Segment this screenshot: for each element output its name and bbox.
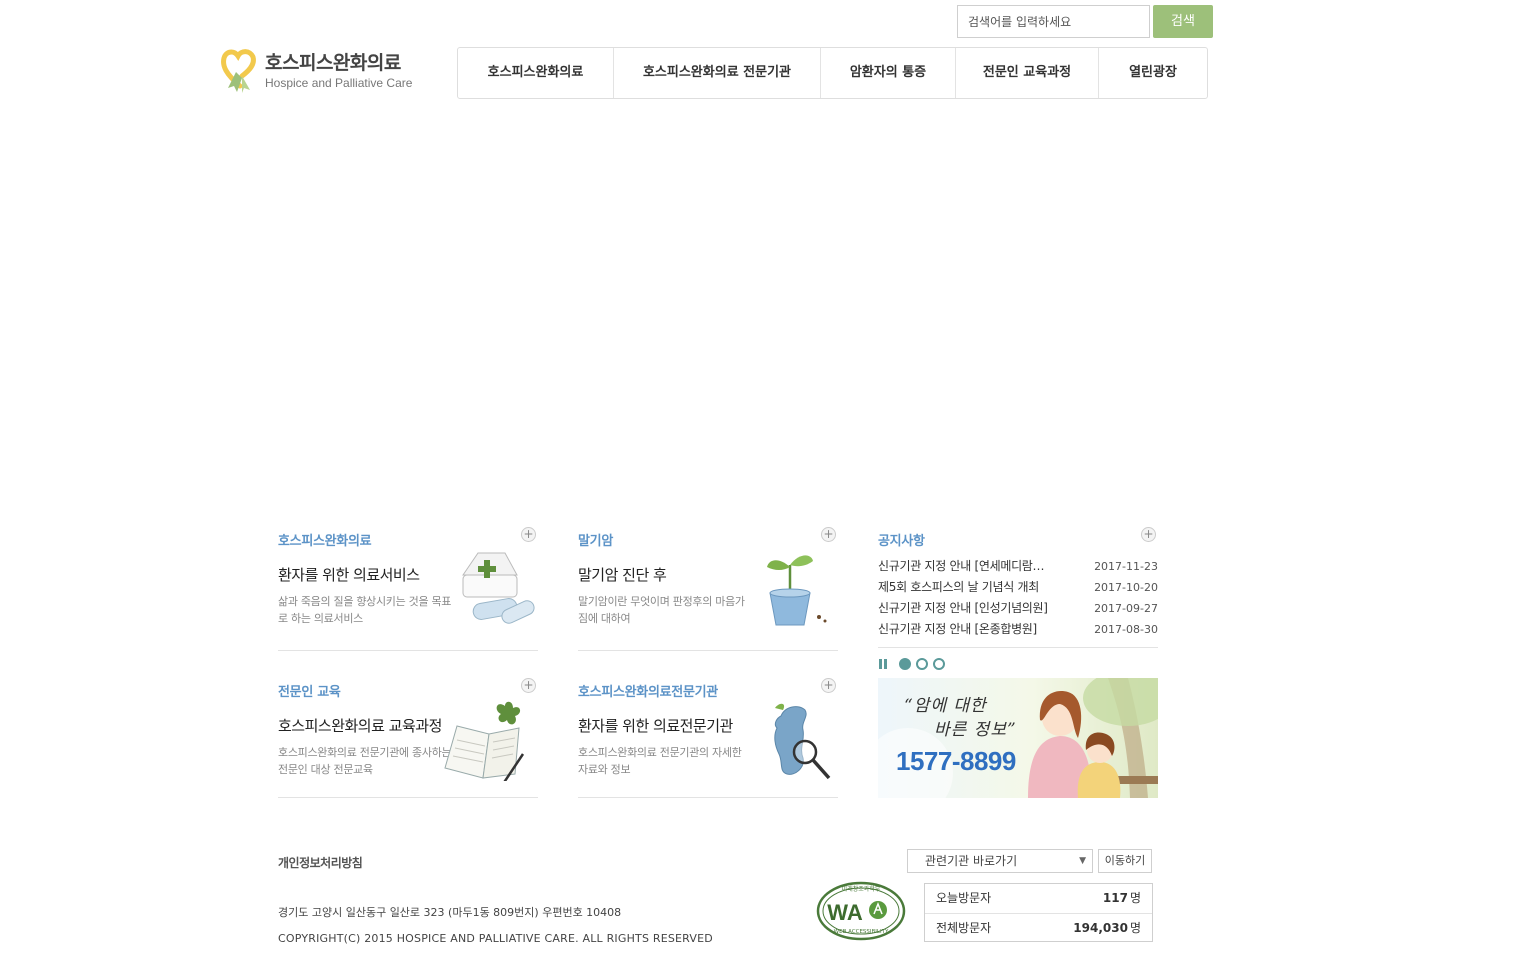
banner-slider-controls <box>878 657 950 671</box>
terminal-cancer-box-desc: 말기암이란 무엇이며 판정후의 마음가짐에 대하여 <box>578 595 745 625</box>
korea-map-magnifier-icon <box>774 703 831 780</box>
hospice-more-button[interactable]: + <box>521 527 536 542</box>
visitor-today-value: 117 명 <box>1102 891 1141 905</box>
nav-item-open-square[interactable]: 열린광장 <box>1099 48 1207 98</box>
visitor-row-total: 전체방문자 194,030 명 <box>925 913 1152 942</box>
institution-box-desc: 호스피스완화의료 전문기관의 자세한 자료와 정보 <box>578 746 742 776</box>
web-accessibility-mark: 미래창조과학부 WA WEB ACCESSIBILITY <box>816 881 906 941</box>
notice-more-button[interactable]: + <box>1141 527 1156 542</box>
notice-item-date: 2017-09-27 <box>1094 602 1158 615</box>
education-box-title[interactable]: 전문인 교육 <box>278 681 341 700</box>
terminal-cancer-box-title[interactable]: 말기암 <box>578 530 613 549</box>
search-input[interactable] <box>957 5 1150 38</box>
nav-item-hospice[interactable]: 호스피스완화의료 <box>458 48 614 98</box>
notice-item-date: 2017-10-20 <box>1094 581 1158 594</box>
visitor-total-value: 194,030 명 <box>1073 921 1141 935</box>
notice-item[interactable]: 제5회 호스피스의 날 기념식 개최 2017-10-20 <box>878 577 1158 598</box>
pause-icon[interactable] <box>878 658 890 670</box>
nav-item-education[interactable]: 전문인 교육과정 <box>956 48 1099 98</box>
related-org-select[interactable]: 관련기관 바로가기 ▼ <box>907 849 1093 873</box>
terminal-cancer-box-heading[interactable]: 말기암 진단 후 <box>578 564 667 585</box>
institution-more-button[interactable]: + <box>821 678 836 693</box>
notice-title[interactable]: 공지사항 <box>878 530 925 549</box>
search-button[interactable]: 검색 <box>1153 5 1213 38</box>
education-box-heading[interactable]: 호스피스완화의료 교육과정 <box>278 715 442 736</box>
notice-section: 공지사항 + 신규기관 지정 안내 [연세메디람… 2017-11-23 제5회… <box>878 527 1158 648</box>
nav-item-cancer-pain[interactable]: 암환자의 통증 <box>821 48 956 98</box>
related-org-select-value: 관련기관 바로가기 <box>925 854 1018 868</box>
banner-phone: 1577-8899 <box>896 746 1016 776</box>
go-button[interactable]: 이동하기 <box>1098 849 1152 873</box>
notice-item-title[interactable]: 신규기관 지정 안내 [온종합병원] <box>878 619 1068 640</box>
banner-quote-line1: “암에 대한 <box>904 696 987 716</box>
education-more-button[interactable]: + <box>521 678 536 693</box>
slider-dot-2[interactable] <box>916 658 928 670</box>
education-box: 전문인 교육 + 호스피스완화의료 교육과정 호스피스완화의료 전문기관에 종사… <box>278 678 538 798</box>
hospice-box: 호스피스완화의료 + 환자를 위한 의료서비스 삶과 죽음의 질을 향상시키는 … <box>278 527 538 651</box>
wa-top-text: 미래창조과학부 <box>842 885 881 893</box>
notice-item-title[interactable]: 제5회 호스피스의 날 기념식 개최 <box>878 577 1068 598</box>
privacy-policy-link[interactable]: 개인정보처리방침 <box>278 854 363 871</box>
logo-title: 호스피스완화의료 <box>265 52 401 74</box>
visitor-row-today: 오늘방문자 117 명 <box>925 884 1152 913</box>
hospice-box-title[interactable]: 호스피스완화의료 <box>278 530 372 549</box>
visitor-total-label: 전체방문자 <box>936 921 992 935</box>
notice-item[interactable]: 신규기관 지정 안내 [인성기념의원] 2017-09-27 <box>878 598 1158 619</box>
notice-list: 신규기관 지정 안내 [연세메디람… 2017-11-23 제5회 호스피스의 … <box>878 556 1158 640</box>
notice-item[interactable]: 신규기관 지정 안내 [연세메디람… 2017-11-23 <box>878 556 1158 577</box>
logo-subtitle: Hospice and Palliative Care <box>265 76 413 90</box>
site-logo[interactable]: 호스피스완화의료 Hospice and Palliative Care <box>220 46 430 96</box>
sprout-pot-icon <box>767 555 827 626</box>
banner-quote: “암에 대한 바른 정보” <box>904 694 1017 742</box>
medicine-kit-icon <box>462 552 535 624</box>
wa-text: WA <box>827 900 863 925</box>
institution-box-heading[interactable]: 환자를 위한 의료전문기관 <box>578 715 733 736</box>
wa-caption: WEB ACCESSIBILITY <box>834 929 889 935</box>
visitor-today-label: 오늘방문자 <box>936 891 992 905</box>
slider-dot-1[interactable] <box>899 658 911 670</box>
notice-item-title[interactable]: 신규기관 지정 안내 [연세메디람… <box>878 556 1068 577</box>
visitor-counter: 오늘방문자 117 명 전체방문자 194,030 명 <box>924 883 1153 942</box>
hospice-box-desc: 삶과 죽음의 질을 향상시키는 것을 목표로 하는 의료서비스 <box>278 595 452 625</box>
notice-item[interactable]: 신규기관 지정 안내 [온종합병원] 2017-08-30 <box>878 619 1158 640</box>
chevron-down-icon: ▼ <box>1079 856 1086 866</box>
education-box-desc: 호스피스완화의료 전문기관에 종사하는 전문인 대상 전문교육 <box>278 746 452 776</box>
ribbon-heart-icon <box>221 49 256 93</box>
open-book-icon <box>444 701 525 781</box>
institution-box-title[interactable]: 호스피스완화의료전문기관 <box>578 681 718 700</box>
terminal-cancer-box: 말기암 + 말기암 진단 후 말기암이란 무엇이며 판정후의 마음가짐에 대하여 <box>578 527 838 651</box>
terminal-cancer-more-button[interactable]: + <box>821 527 836 542</box>
footer-address: 경기도 고양시 일산동구 일산로 323 (마두1동 809번지) 우편번호 1… <box>278 906 622 919</box>
footer-copyright: COPYRIGHT(C) 2015 HOSPICE AND PALLIATIVE… <box>278 932 713 945</box>
banner-quote-line2: 바른 정보” <box>934 720 1017 740</box>
notice-item-date: 2017-11-23 <box>1094 560 1158 573</box>
notice-item-title[interactable]: 신규기관 지정 안내 [인성기념의원] <box>878 598 1068 619</box>
institution-box: 호스피스완화의료전문기관 + 환자를 위한 의료전문기관 호스피스완화의료 전문… <box>578 678 838 798</box>
nav-item-institution[interactable]: 호스피스완화의료 전문기관 <box>614 48 821 98</box>
cancer-info-banner[interactable]: “암에 대한 바른 정보” 1577-8899 <box>878 678 1158 798</box>
hospice-box-heading[interactable]: 환자를 위한 의료서비스 <box>278 564 420 585</box>
main-nav: 호스피스완화의료 호스피스완화의료 전문기관 암환자의 통증 전문인 교육과정 … <box>457 47 1208 99</box>
notice-item-date: 2017-08-30 <box>1094 623 1158 636</box>
slider-dot-3[interactable] <box>933 658 945 670</box>
